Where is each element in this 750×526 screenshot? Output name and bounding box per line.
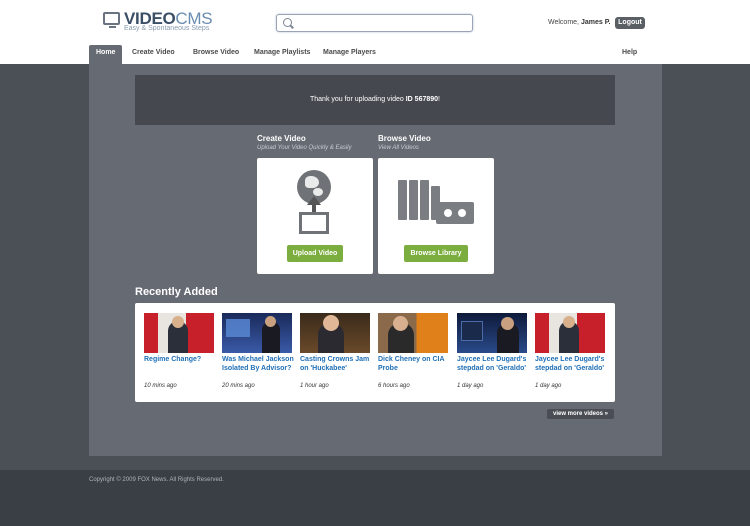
browse-library-button[interactable]: Browse Library [404, 245, 468, 262]
browse-video-subtitle: View All Videos [378, 145, 419, 151]
upload-video-button[interactable]: Upload Video [287, 245, 343, 262]
video-time: 1 hour ago [300, 383, 329, 389]
video-thumbnail[interactable] [457, 313, 527, 353]
video-item[interactable]: Was Michael Jackson Isolated By Advisor?… [222, 313, 294, 389]
tab-create-video[interactable]: Create Video [132, 45, 175, 64]
tab-manage-playlists[interactable]: Manage Playlists [254, 45, 310, 64]
view-more-videos-button[interactable]: view more videos » [547, 409, 614, 419]
browse-video-title: Browse Video [378, 134, 431, 143]
upload-notice: Thank you for uploading video ID 567890! [135, 75, 615, 125]
video-thumbnail[interactable] [144, 313, 214, 353]
create-video-title: Create Video [257, 134, 306, 143]
help-link[interactable]: Help [622, 45, 637, 61]
search-input[interactable] [297, 16, 467, 30]
create-video-card: Upload Video [257, 158, 373, 274]
video-title[interactable]: Jaycee Lee Dugard's stepdad on 'Geraldo' [457, 356, 531, 373]
video-item[interactable]: Dick Cheney on CIA Probe 6 hours ago [378, 313, 450, 389]
video-item[interactable]: Regime Change? 10 mins ago [144, 313, 216, 389]
video-item[interactable]: Jaycee Lee Dugard's stepdad on 'Geraldo'… [535, 313, 607, 389]
video-title[interactable]: Dick Cheney on CIA Probe [378, 356, 452, 373]
create-video-subtitle: Upload Your Video Quickly & Easily [257, 145, 352, 151]
tv-icon [103, 12, 120, 28]
logout-button[interactable]: Logout [615, 17, 645, 29]
tab-manage-players[interactable]: Manage Players [323, 45, 376, 64]
tab-browse-video[interactable]: Browse Video [193, 45, 239, 64]
video-title[interactable]: Was Michael Jackson Isolated By Advisor? [222, 356, 296, 373]
tab-home[interactable]: Home [89, 45, 123, 64]
video-thumbnail[interactable] [222, 313, 292, 353]
video-thumbnail[interactable] [300, 313, 370, 353]
browse-video-card: Browse Library [378, 158, 494, 274]
video-thumbnail[interactable] [378, 313, 448, 353]
video-thumbnail[interactable] [535, 313, 605, 353]
video-time: 1 day ago [457, 383, 484, 389]
video-time: 20 mins ago [222, 383, 255, 389]
search-icon [283, 18, 292, 27]
recently-added-title: Recently Added [135, 286, 218, 298]
welcome-text: Welcome, James P. [548, 19, 611, 26]
header: VIDEOCMS Easy & Spontaneous Steps Welcom… [0, 0, 750, 64]
user-name: James P. [580, 19, 611, 26]
video-item[interactable]: Jaycee Lee Dugard's stepdad on 'Geraldo'… [457, 313, 529, 389]
video-title[interactable]: Regime Change? [144, 356, 218, 365]
video-time: 10 mins ago [144, 383, 177, 389]
search-box [276, 14, 473, 32]
library-illustration-icon [398, 178, 478, 228]
video-title[interactable]: Casting Crowns Jam on 'Huckabee' [300, 356, 374, 373]
brand-tagline: Easy & Spontaneous Steps [124, 25, 210, 32]
video-time: 1 day ago [535, 383, 562, 389]
video-time: 6 hours ago [378, 383, 410, 389]
copyright-text: Copyright © 2009 FOX News. All Rights Re… [89, 477, 224, 483]
upload-illustration-icon [297, 170, 333, 236]
video-item[interactable]: Casting Crowns Jam on 'Huckabee' 1 hour … [300, 313, 372, 389]
video-id: ID 567890 [405, 96, 439, 103]
video-title[interactable]: Jaycee Lee Dugard's stepdad on 'Geraldo' [535, 356, 609, 373]
